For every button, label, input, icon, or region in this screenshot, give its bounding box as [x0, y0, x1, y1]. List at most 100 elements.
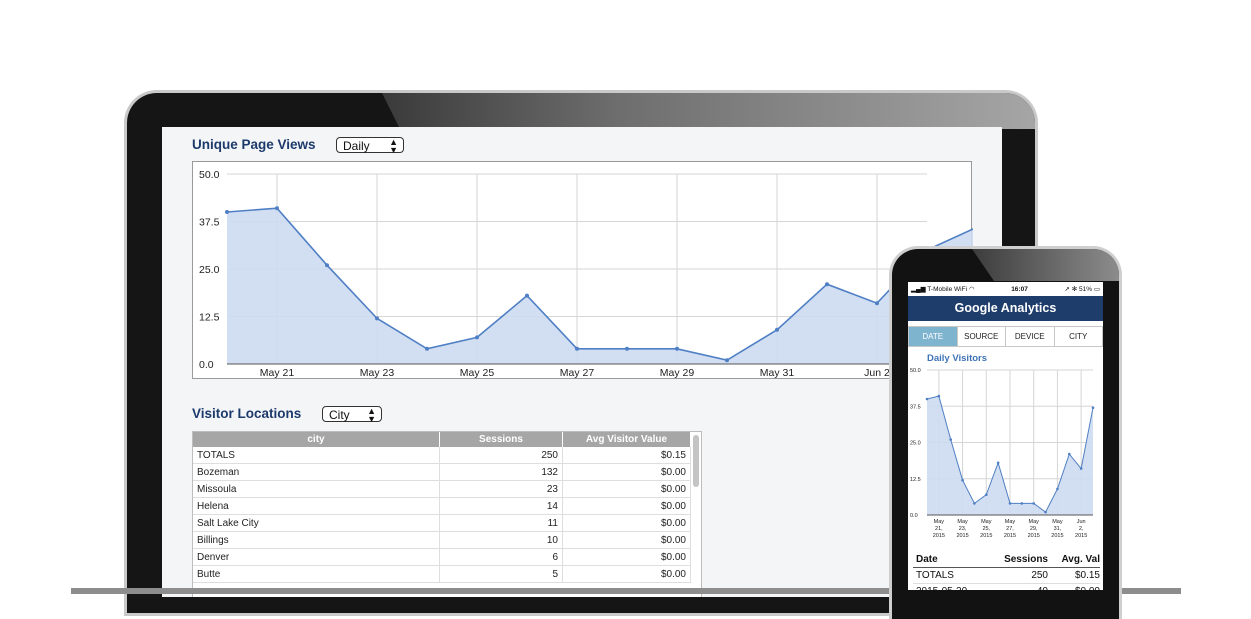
tab-bar: DATE SOURCE DEVICE CITY — [908, 326, 1103, 347]
col-header-avg-val[interactable]: Avg. Val — [1048, 552, 1100, 567]
data-point — [973, 502, 976, 505]
table-row[interactable]: Denver 6 $0.00 — [193, 548, 691, 566]
data-point — [1008, 502, 1012, 505]
y-tick-label: 25.0 — [910, 441, 921, 447]
table-row[interactable]: Missoula 23 $0.00 — [193, 480, 691, 498]
select-arrows-icon: ▲ ▼ — [389, 137, 398, 155]
data-point — [375, 316, 379, 321]
x-tick-label: 2015 — [1051, 533, 1063, 539]
visitor-locations-title: Visitor Locations — [192, 406, 302, 421]
table-row[interactable]: Bozeman 132 $0.00 — [193, 463, 691, 481]
city-cell: Billings — [193, 531, 440, 549]
page-views-chart: 0.0 12.5 25.0 37.5 50.0 May 21 May 23 May 25 May… — [192, 161, 973, 379]
data-point — [984, 493, 988, 496]
x-tick-label: 2015 — [1004, 533, 1016, 539]
table-row[interactable]: Butte 5 $0.00 — [193, 565, 691, 583]
phone-glare — [972, 249, 1119, 281]
data-point — [725, 358, 729, 363]
x-tick-label: 29, — [1030, 526, 1038, 532]
col-header-date[interactable]: Date — [913, 552, 990, 567]
sessions-cell: 23 — [439, 480, 563, 498]
period-select[interactable]: Daily ▲ ▼ — [336, 137, 404, 155]
table-scrollbar[interactable] — [693, 435, 699, 487]
table-row[interactable]: Helena 14 $0.00 — [193, 497, 691, 515]
x-tick-label: 2015 — [1028, 533, 1040, 539]
data-point — [575, 346, 579, 351]
avg-value-cell: $0.00 — [562, 463, 691, 481]
table-row[interactable]: TOTALS 250 $0.15 — [193, 447, 691, 464]
x-tick-label: 2015 — [933, 533, 945, 539]
data-point — [961, 478, 964, 482]
desktop-dashboard: Unique Page Views Daily ▲ ▼ 0.0 12.5 25.0 37… — [162, 127, 1002, 597]
col-header-avg-value[interactable]: Avg Visitor Value — [562, 432, 691, 447]
tab-city[interactable]: CITY — [1055, 327, 1103, 346]
col-header-sessions[interactable]: Sessions — [439, 432, 563, 447]
x-tick-label: May — [1052, 519, 1063, 525]
data-point — [775, 327, 779, 332]
data-point — [949, 438, 953, 441]
y-tick-label: 12.5 — [199, 312, 220, 324]
sessions-cell: 5 — [439, 565, 563, 583]
page-views-chart-svg: 0.0 12.5 25.0 37.5 50.0 May 21 May 23 May 25 May… — [199, 169, 973, 379]
x-tick-label: 23, — [959, 526, 967, 532]
daily-visitors-chart: 0.012.525.037.550.0May21,2015May23,2015M… — [910, 368, 1095, 539]
data-point — [825, 282, 829, 287]
x-tick-label: 2015 — [1075, 533, 1087, 539]
y-tick-label: 50.0 — [199, 169, 220, 181]
list-item[interactable]: TOTALS 250 $0.15 — [913, 568, 1100, 584]
status-bar: ▂▄▆ T-Mobile WiFi ◠ 16:07 ➚ ✻ 51% ▭ — [908, 282, 1103, 296]
sessions-cell: 10 — [439, 531, 563, 549]
y-tick-label: 50.0 — [910, 368, 921, 374]
x-tick-label: 25, — [982, 526, 990, 532]
sessions-cell: 6 — [439, 548, 563, 566]
battery-icon: ▭ — [1093, 286, 1100, 293]
data-point — [675, 346, 679, 351]
y-tick-label: 0.0 — [199, 359, 214, 371]
date-cell: TOTALS — [916, 570, 954, 581]
data-point — [996, 461, 1000, 465]
sessions-cell: 14 — [439, 497, 563, 515]
data-point — [475, 335, 479, 340]
avg-value-cell: $0.00 — [562, 531, 691, 549]
x-tick-label: May 23 — [360, 367, 395, 379]
carrier-label: ▂▄▆ T-Mobile WiFi ◠ — [911, 286, 975, 293]
avg-val-cell: $0.00 — [1048, 584, 1100, 590]
group-select[interactable]: City ▲ ▼ — [322, 406, 382, 424]
city-cell: Helena — [193, 497, 440, 515]
data-point — [1032, 502, 1036, 505]
location-icon: ➚ — [1064, 286, 1072, 293]
avg-val-cell: $0.15 — [1074, 570, 1100, 581]
table-row[interactable]: Billings 10 $0.00 — [193, 531, 691, 549]
city-cell: Butte — [193, 565, 440, 583]
x-tick-label: May 27 — [560, 367, 595, 379]
list-item[interactable]: 2015-05-2040$0.00 — [913, 584, 1100, 590]
tab-device[interactable]: DEVICE — [1006, 327, 1055, 346]
group-select-value: City — [329, 408, 350, 422]
tab-source[interactable]: SOURCE — [958, 327, 1006, 346]
data-point — [925, 397, 929, 401]
data-point — [1067, 452, 1071, 456]
mobile-table-header: Date Sessions Avg. Val — [913, 552, 1100, 568]
x-tick-label: 2015 — [980, 533, 992, 539]
x-tick-label: May — [957, 519, 968, 525]
daily-visitors-title: Daily Visitors — [927, 353, 988, 364]
period-select-value: Daily — [343, 139, 370, 153]
sessions-cell: 132 — [439, 463, 563, 481]
table-row[interactable]: Salt Lake City 11 $0.00 — [193, 514, 691, 532]
data-point — [425, 346, 429, 351]
y-tick-label: 37.5 — [199, 217, 220, 229]
data-point — [625, 346, 629, 351]
avg-value-cell: $0.00 — [562, 514, 691, 532]
tab-date[interactable]: DATE — [909, 327, 958, 346]
col-header-sessions[interactable]: Sessions — [990, 552, 1048, 567]
data-point — [225, 210, 229, 214]
app-title: Google Analytics — [908, 296, 1103, 321]
avg-value-cell: $0.00 — [562, 480, 691, 498]
wifi-icon: ◠ — [968, 286, 975, 293]
col-header-city[interactable]: city — [193, 432, 440, 447]
x-tick-label: May — [1005, 519, 1016, 525]
select-arrows-icon: ▲ ▼ — [367, 406, 376, 424]
table-header-row: city Sessions Avg Visitor Value — [193, 432, 691, 447]
avg-value-cell: $0.00 — [562, 565, 691, 583]
x-tick-label: Jun — [1077, 519, 1086, 525]
